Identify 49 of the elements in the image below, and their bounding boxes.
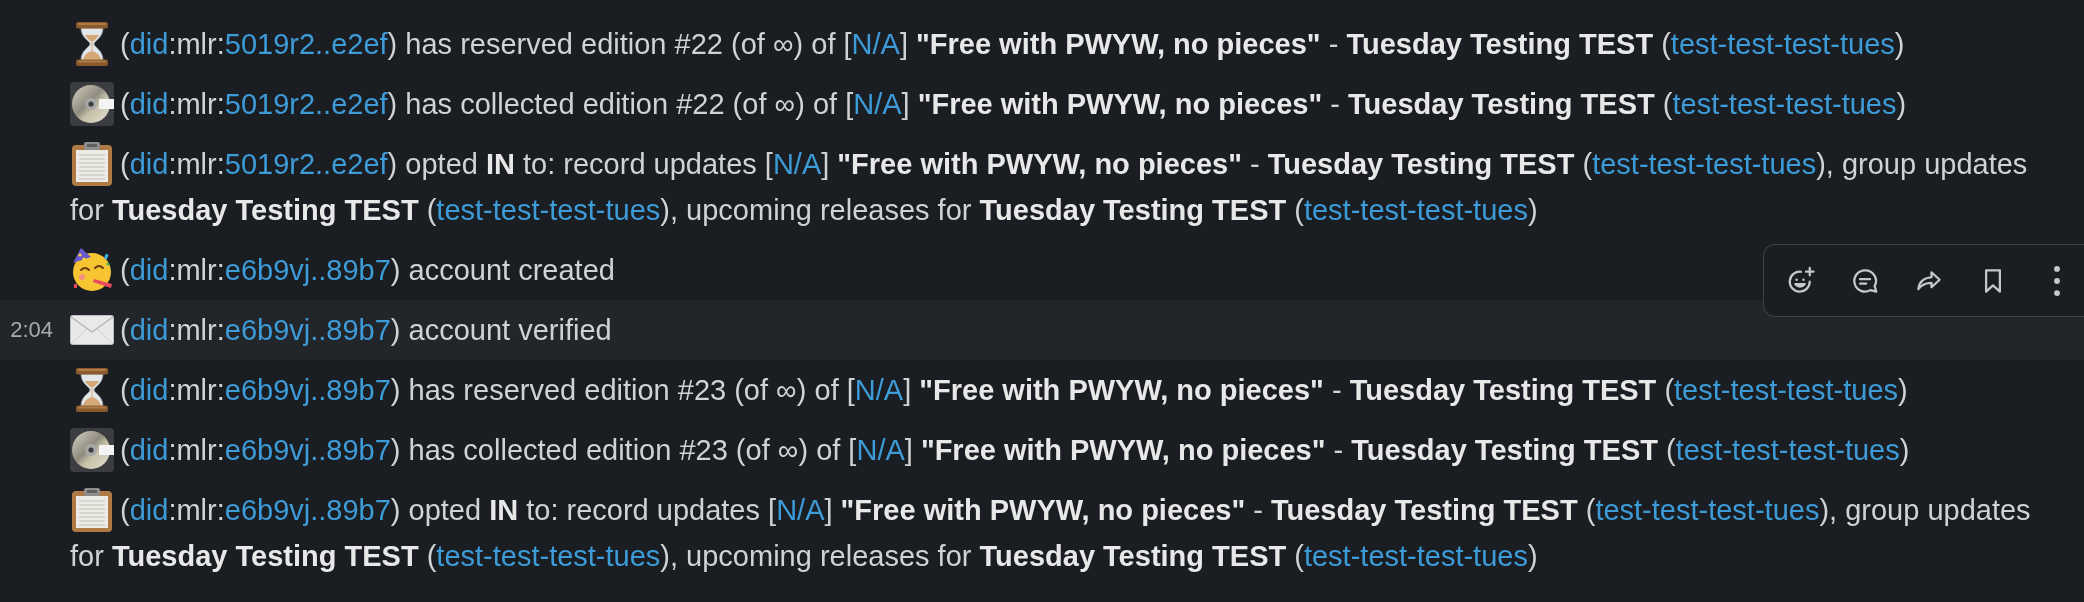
message-link[interactable]: N/A xyxy=(776,494,825,526)
message-link[interactable]: test-test-test-tues xyxy=(1595,494,1820,526)
message-link[interactable]: N/A xyxy=(853,88,902,120)
message-link[interactable]: did xyxy=(129,314,169,346)
message-link[interactable]: test-test-test-tues xyxy=(1674,374,1899,406)
message-link[interactable]: N/A xyxy=(856,434,905,466)
message-link[interactable]: did xyxy=(129,148,169,180)
message-link[interactable]: 5019r2..e2ef xyxy=(224,28,388,60)
envelope-icon xyxy=(70,315,114,345)
message-link[interactable]: test-test-test-tues xyxy=(436,540,661,572)
message-link[interactable]: 5019r2..e2ef xyxy=(224,148,388,180)
message-link[interactable]: e6b9vj..89b7 xyxy=(224,314,391,346)
message-link[interactable]: did xyxy=(129,494,169,526)
message-link[interactable]: did xyxy=(129,374,169,406)
timestamp: 2:04 xyxy=(10,316,53,344)
message-text: (did:mlr:e6b9vj..89b7) account verified xyxy=(70,314,612,346)
message-link[interactable]: N/A xyxy=(772,148,822,180)
smiley-plus-icon xyxy=(1786,265,1816,296)
message-text: (did:mlr:e6b9vj..89b7) account created xyxy=(70,254,615,286)
message-link[interactable]: 5019r2..e2ef xyxy=(224,88,388,120)
message-text: (did:mlr:e6b9vj..89b7) has reserved edition #23 (of ∞) of [N/A] "Free with PWYW, no pieces" - Tuesday Testing TEST (test-test-test-tues) xyxy=(70,374,1908,406)
message-link[interactable]: did xyxy=(129,88,169,120)
vertical-dots-icon xyxy=(2054,265,2060,296)
message-link[interactable]: e6b9vj..89b7 xyxy=(224,494,391,526)
message-link[interactable]: test-test-test-tues xyxy=(1670,28,1895,60)
message-text: (did:mlr:5019r2..e2ef) opted IN to: record updates [N/A] "Free with PWYW, no pieces" - Tuesday Testing TEST (test-test-test-tues), group updates for Tuesday Testing TEST (test-test-test-tues), upcoming releases for Tuesday Testing TEST (test-test-test-tues) xyxy=(70,148,2028,226)
message-link[interactable]: test-test-test-tues xyxy=(1672,88,1897,120)
message-link[interactable]: did xyxy=(129,28,169,60)
hourglass-icon xyxy=(76,22,108,66)
message-link[interactable]: e6b9vj..89b7 xyxy=(224,374,391,406)
message-link[interactable]: N/A xyxy=(854,374,904,406)
message-link[interactable]: e6b9vj..89b7 xyxy=(224,254,391,286)
clipboard-icon xyxy=(72,488,112,532)
message-link[interactable]: test-test-test-tues xyxy=(1303,194,1528,226)
message-link[interactable]: e6b9vj..89b7 xyxy=(224,434,391,466)
message-text: (did:mlr:5019r2..e2ef) has reserved edition #22 (of ∞) of [N/A] "Free with PWYW, no pieces" - Tuesday Testing TEST (test-test-test-tues) xyxy=(70,28,1905,60)
message-link[interactable]: test-test-test-tues xyxy=(436,194,661,226)
message-text: (did:mlr:5019r2..e2ef) has collected edition #22 (of ∞) of [N/A] "Free with PWYW, no pieces" - Tuesday Testing TEST (test-test-test-tues) xyxy=(70,88,1907,120)
message-text: (did:mlr:e6b9vj..89b7) opted IN to: record updates [N/A] "Free with PWYW, no pieces" - Tuesday Testing TEST (test-test-test-tues), group updates for Tuesday Testing TEST (test-test-test-tues), upcoming releases for Tuesday Testing TEST (test-test-test-tues) xyxy=(70,494,2031,572)
message-link[interactable]: test-test-test-tues xyxy=(1675,434,1900,466)
clipboard-icon xyxy=(72,142,112,186)
message-link[interactable]: did xyxy=(129,434,169,466)
message-text: (did:mlr:e6b9vj..89b7) has collected edition #23 (of ∞) of [N/A] "Free with PWYW, no pieces" - Tuesday Testing TEST (test-test-test-tues) xyxy=(70,434,1910,466)
message-link[interactable]: N/A xyxy=(851,28,900,60)
message-link[interactable]: test-test-test-tues xyxy=(1592,148,1817,180)
message-link[interactable]: did xyxy=(129,254,169,286)
party-face-icon xyxy=(70,248,114,292)
message-link[interactable]: test-test-test-tues xyxy=(1303,540,1528,572)
hourglass-icon xyxy=(76,368,108,412)
